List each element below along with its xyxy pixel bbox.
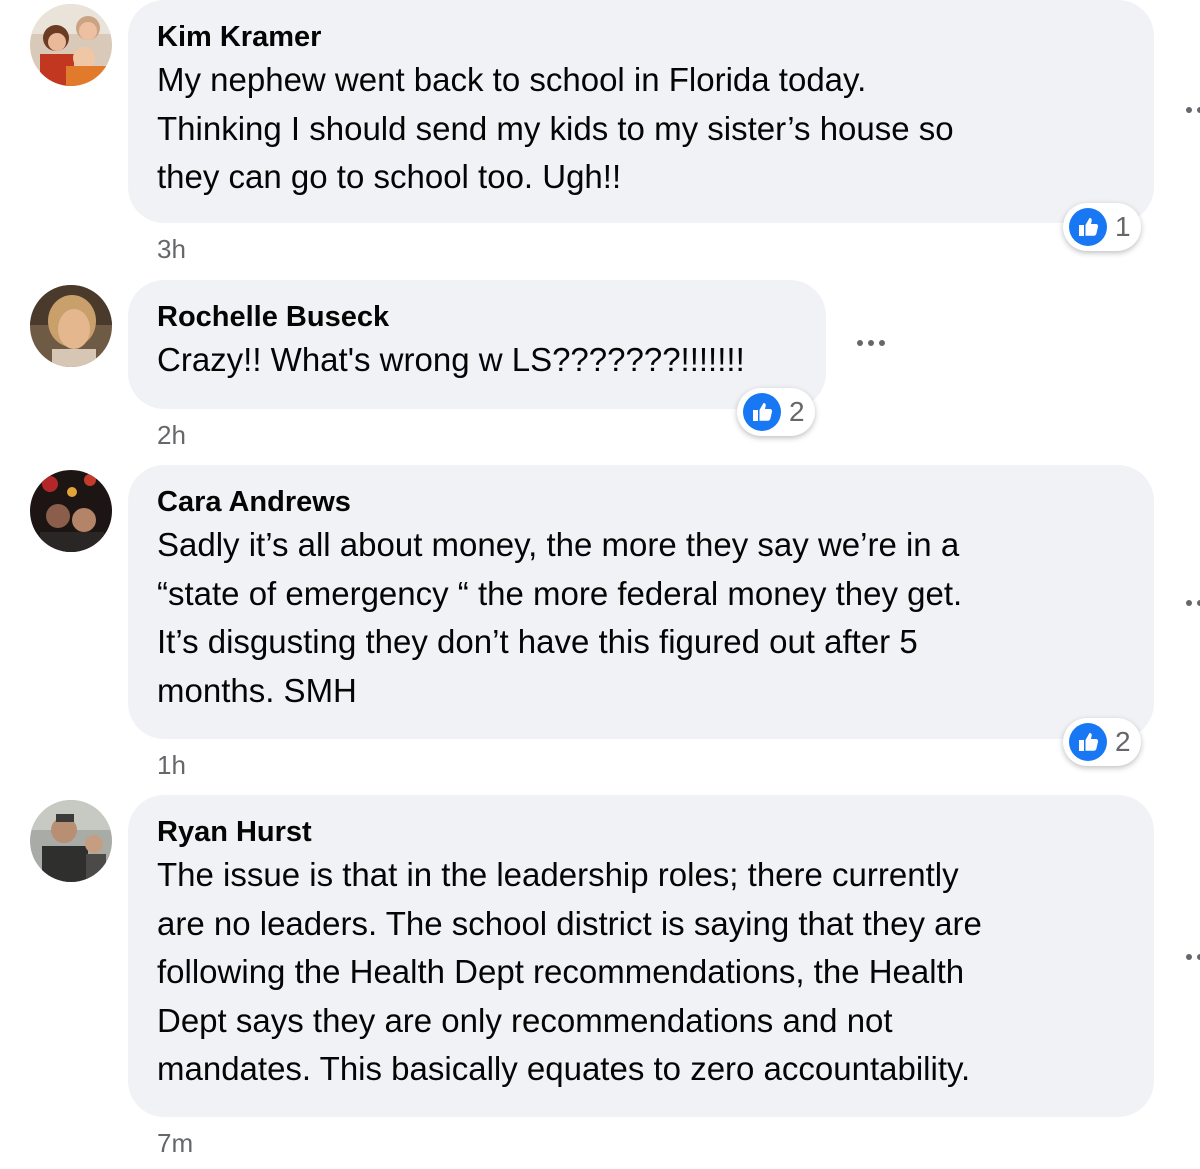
comment-author[interactable]: Rochelle Buseck — [157, 300, 796, 334]
reaction-count: 2 — [789, 396, 805, 427]
comment-author[interactable]: Cara Andrews — [157, 485, 1124, 519]
like-icon — [1069, 208, 1107, 246]
more-options-icon[interactable] — [857, 328, 885, 358]
comment-bubble: Rochelle Buseck Crazy!! What's wrong w L… — [128, 280, 826, 409]
comment-timestamp[interactable]: 1h — [157, 750, 186, 780]
comment-text: The issue is that in the leadership role… — [157, 856, 982, 1087]
like-icon — [1069, 723, 1107, 761]
comment-author[interactable]: Kim Kramer — [157, 20, 1124, 54]
avatar[interactable] — [30, 470, 112, 552]
reaction-count: 2 — [1115, 726, 1131, 757]
more-options-icon[interactable] — [1186, 588, 1200, 618]
comment-author[interactable]: Ryan Hurst — [157, 815, 1124, 849]
avatar[interactable] — [30, 800, 112, 882]
comment-timestamp[interactable]: 2h — [157, 420, 186, 450]
comment-bubble: Ryan Hurst The issue is that in the lead… — [128, 795, 1154, 1117]
more-options-icon[interactable] — [1186, 95, 1200, 125]
reaction-badge[interactable]: 2 — [1063, 718, 1141, 766]
more-options-icon[interactable] — [1186, 942, 1200, 972]
comment-text: Sadly it’s all about money, the more the… — [157, 526, 963, 709]
comment-timestamp[interactable]: 3h — [157, 234, 186, 264]
reaction-badge[interactable]: 2 — [737, 388, 815, 436]
comment-timestamp[interactable]: 7m — [157, 1128, 193, 1158]
like-icon — [743, 393, 781, 431]
avatar[interactable] — [30, 285, 112, 367]
avatar[interactable] — [30, 4, 112, 86]
reaction-badge[interactable]: 1 — [1063, 203, 1141, 251]
comment-text: My nephew went back to school in Florida… — [157, 61, 954, 195]
comment-text: Crazy!! What's wrong w LS???????!!!!!!! — [157, 341, 745, 378]
comment-bubble: Kim Kramer My nephew went back to school… — [128, 0, 1154, 223]
comment-bubble: Cara Andrews Sadly it’s all about money,… — [128, 465, 1154, 739]
reaction-count: 1 — [1115, 211, 1131, 242]
